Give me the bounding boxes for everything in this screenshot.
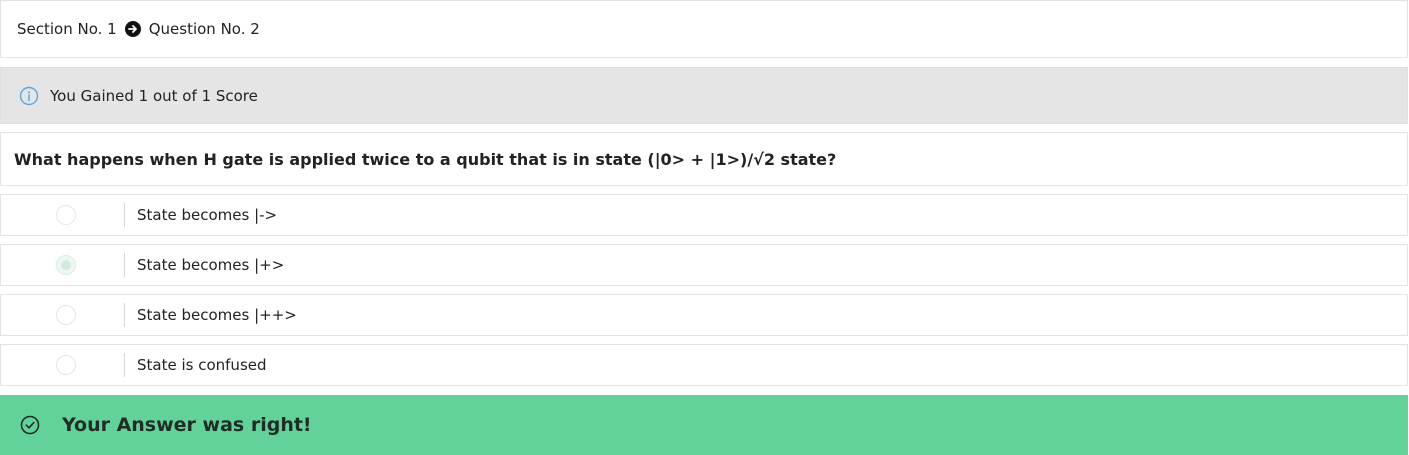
breadcrumb: Section No. 1 Question No. 2 <box>0 0 1408 58</box>
breadcrumb-section: Section No. 1 <box>17 20 117 38</box>
answer-option[interactable]: State becomes |++> <box>0 294 1408 336</box>
check-circle-icon <box>19 414 41 436</box>
answer-option-label: State becomes |+> <box>137 256 285 274</box>
answer-radio-selected[interactable] <box>56 255 76 275</box>
answer-option-selected[interactable]: State becomes |+> <box>0 244 1408 286</box>
answer-option[interactable]: State is confused <box>0 344 1408 386</box>
answer-option-label: State becomes |++> <box>137 306 297 324</box>
answer-radio[interactable] <box>56 205 76 225</box>
score-text: You Gained 1 out of 1 Score <box>50 86 258 105</box>
answer-option[interactable]: State becomes |-> <box>0 194 1408 236</box>
info-circle-icon <box>19 86 39 106</box>
answer-radio[interactable] <box>56 305 76 325</box>
quiz-page: Section No. 1 Question No. 2 You Gained … <box>0 0 1409 455</box>
breadcrumb-question: Question No. 2 <box>148 20 260 38</box>
score-notice: You Gained 1 out of 1 Score <box>0 67 1408 124</box>
result-text: Your Answer was right! <box>62 414 312 436</box>
arrow-circle-right-icon <box>124 21 141 37</box>
answer-option-label: State becomes |-> <box>137 206 278 224</box>
result-banner: Your Answer was right! <box>0 395 1408 455</box>
question-text: What happens when H gate is applied twic… <box>0 132 1408 186</box>
answer-option-label: State is confused <box>137 356 267 374</box>
answer-radio[interactable] <box>56 355 76 375</box>
